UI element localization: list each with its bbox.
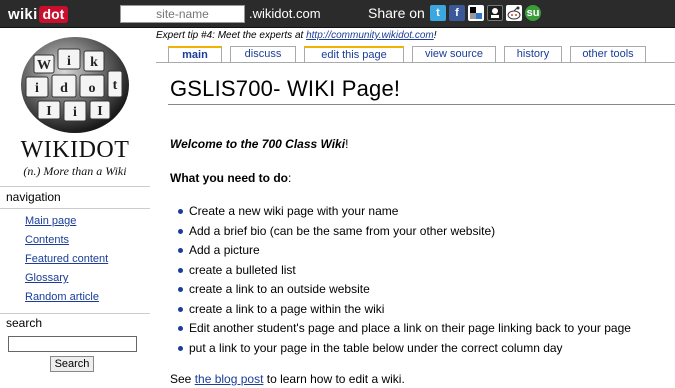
bullet-icon <box>178 248 183 253</box>
twitter-icon[interactable]: t <box>430 5 446 21</box>
task-text: Edit another student's page and place a … <box>189 321 631 335</box>
list-item: Add a brief bio (can be the same from yo… <box>176 224 631 244</box>
tab-view-source[interactable]: view source <box>412 46 496 62</box>
facebook-icon[interactable]: f <box>449 5 465 21</box>
navigation-list: Main page Contents Featured content Glos… <box>0 208 150 310</box>
search-button[interactable]: Search <box>50 356 94 372</box>
tab-other-tools[interactable]: other tools <box>570 46 646 62</box>
wikidot-tagline: (n.) More than a Wiki <box>23 164 127 178</box>
wikidot-sidebar-logo[interactable]: W i k i d o t I i I WIKIDOT (n.) More th… <box>0 29 150 185</box>
title-divider <box>168 104 675 105</box>
tip-suffix: ! <box>433 30 437 41</box>
bullet-icon <box>178 345 183 351</box>
delicious-icon[interactable] <box>468 5 484 21</box>
svg-text:i: i <box>73 105 77 120</box>
list-item: Edit another student's page and place a … <box>176 321 631 341</box>
task-text: put a link to your page in the table bel… <box>189 340 563 355</box>
expert-tip: Expert tip #4: Meet the experts at http:… <box>156 30 437 41</box>
nav-item-glossary: Glossary <box>0 272 150 291</box>
svg-text:d: d <box>60 81 68 96</box>
task-text: create a link to a page within the wiki <box>189 301 385 316</box>
task-text: create a link to an outside website <box>189 282 370 296</box>
wikidot-globe-icon: W i k i d o t I i I <box>21 37 129 133</box>
tab-discuss[interactable]: discuss <box>230 46 296 62</box>
todo-heading: What you need to do: <box>170 171 291 185</box>
share-label: Share on <box>368 5 425 21</box>
svg-text:o: o <box>89 81 96 96</box>
list-item: Add a picture <box>176 243 631 263</box>
wikidot-logo[interactable]: wiki dot <box>8 5 69 23</box>
task-text: Add a picture <box>189 243 260 257</box>
bullet-icon <box>178 267 183 273</box>
stumbleupon-icon[interactable]: su <box>525 5 541 21</box>
nav-item-random-article: Random article <box>0 291 150 310</box>
search-heading: search <box>0 313 150 333</box>
svg-text:i: i <box>35 81 39 96</box>
reddit-icon[interactable] <box>506 5 522 21</box>
svg-text:I: I <box>46 104 51 119</box>
svg-text:t: t <box>113 78 118 93</box>
todo-heading-colon: : <box>288 171 292 185</box>
page-title: GSLIS700- WIKI Page! <box>170 76 401 101</box>
navigation-heading: navigation <box>6 190 61 204</box>
digg-icon[interactable] <box>487 5 503 21</box>
todo-heading-bold: What you need to do <box>170 171 288 185</box>
nav-item-featured-content: Featured content <box>0 253 150 272</box>
list-item: create a bulleted list <box>176 263 631 283</box>
task-list: Create a new wiki page with your name Ad… <box>176 204 631 360</box>
task-text: Add a brief bio (can be the same from yo… <box>189 223 496 238</box>
navigation-panel: navigation Main page Contents Featured c… <box>0 186 150 310</box>
bullet-icon <box>178 287 183 292</box>
logo-wiki-text: wiki <box>8 5 38 23</box>
task-text: Create a new wiki page with your name <box>189 204 399 218</box>
logo-dot-text: dot <box>38 5 69 23</box>
nav-item-main-page: Main page <box>0 215 150 234</box>
tip-text: Expert tip #4: Meet the experts at <box>156 30 307 41</box>
welcome-bold-text: Welcome to the 700 Class Wiki <box>170 137 346 151</box>
wikidot-wordmark: WIKIDOT <box>20 137 130 163</box>
nav-link-featured-content[interactable]: Featured content <box>25 253 108 265</box>
svg-text:i: i <box>67 54 71 69</box>
tab-divider <box>156 62 675 63</box>
nav-link-contents[interactable]: Contents <box>25 234 69 246</box>
bullet-icon <box>178 209 183 214</box>
tab-edit-this-page[interactable]: edit this page <box>304 46 404 62</box>
bullet-icon <box>178 228 183 234</box>
bullet-icon <box>178 326 183 331</box>
tab-main[interactable]: main <box>168 46 222 62</box>
list-item: create a link to a page within the wiki <box>176 302 631 322</box>
task-text: create a bulleted list <box>189 262 296 277</box>
nav-link-glossary[interactable]: Glossary <box>25 272 68 284</box>
list-item: put a link to your page in the table bel… <box>176 341 631 361</box>
nav-link-random-article[interactable]: Random article <box>25 291 99 303</box>
blog-post-link[interactable]: the blog post <box>195 372 264 386</box>
welcome-line: Welcome to the 700 Class Wiki! <box>170 137 348 151</box>
svg-text:W: W <box>37 58 51 73</box>
site-name-input[interactable] <box>120 5 245 23</box>
nav-link-main-page[interactable]: Main page <box>25 215 76 227</box>
page-tabs: main discuss edit this page view source … <box>168 46 654 62</box>
blog-post-line: See the blog post to learn how to edit a… <box>170 372 405 386</box>
tip-community-link[interactable]: http://community.wikidot.com <box>306 30 434 41</box>
see-suffix: to learn how to edit a wiki. <box>263 372 405 386</box>
nav-item-contents: Contents <box>0 234 150 253</box>
search-input[interactable] <box>8 336 137 352</box>
tab-history[interactable]: history <box>504 46 562 62</box>
domain-suffix: .wikidot.com <box>249 6 321 21</box>
svg-text:I: I <box>97 104 102 119</box>
list-item: create a link to an outside website <box>176 282 631 302</box>
welcome-end: ! <box>345 137 349 151</box>
bullet-icon <box>178 306 183 312</box>
share-icons: t f su <box>430 5 541 21</box>
svg-text:k: k <box>90 55 98 70</box>
search-panel: search Search <box>0 313 150 372</box>
list-item: Create a new wiki page with your name <box>176 204 631 224</box>
top-bar: wikidot .wikidot.com Share on t f su <box>0 0 675 28</box>
see-prefix: See <box>170 372 195 386</box>
